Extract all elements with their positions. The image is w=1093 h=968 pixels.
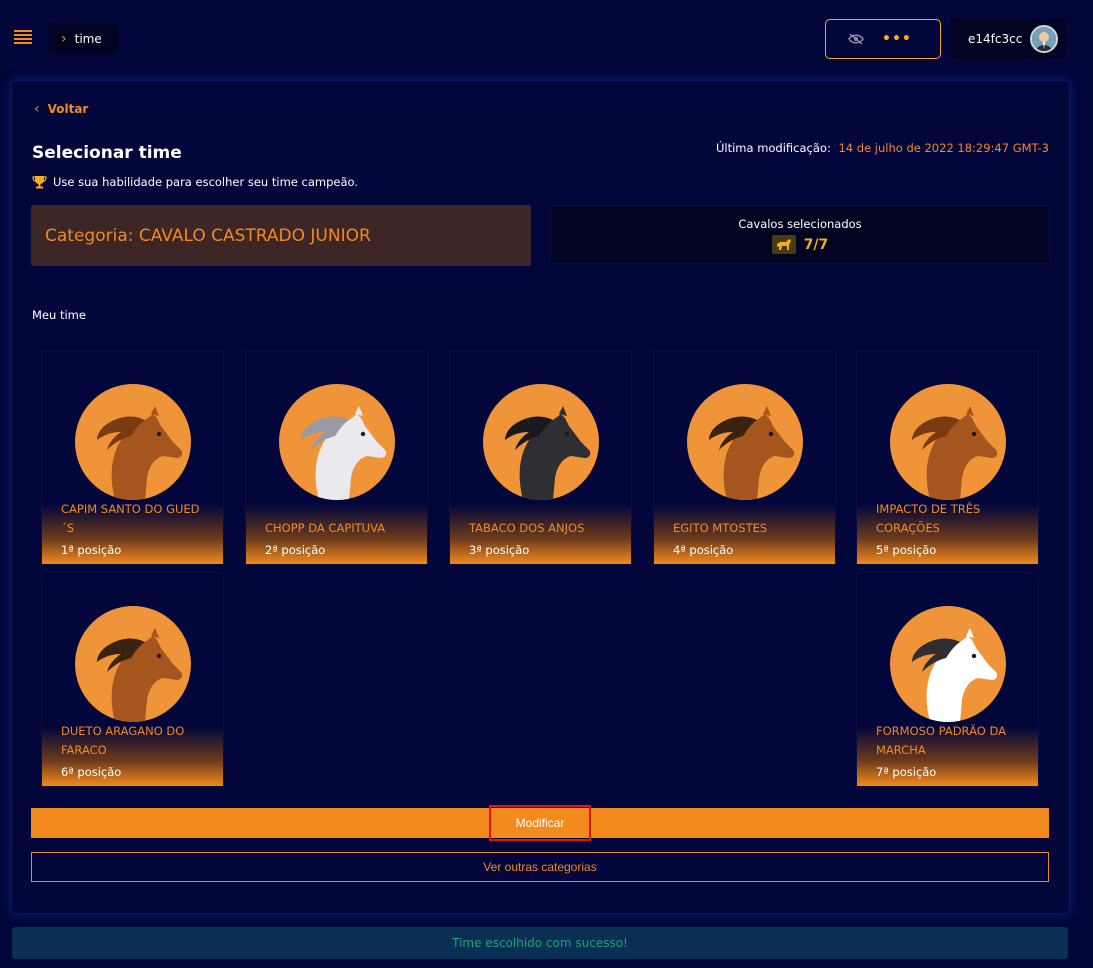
success-toast: Time escolhido com sucesso! <box>12 927 1068 959</box>
horse-name: DUETO ARAGANO DO FARACO <box>61 724 185 757</box>
team-section-label: Meu time <box>32 308 86 322</box>
horse-name: EGITO MTOSTES <box>673 521 768 535</box>
horse-card[interactable]: DUETO ARAGANO DO FARACO 6ª posição <box>41 572 224 787</box>
horse-position: 7ª posição <box>876 765 937 779</box>
breadcrumb-label: time <box>74 31 102 46</box>
back-label: Voltar <box>47 102 89 116</box>
hamburger-menu-icon[interactable] <box>14 30 32 46</box>
eye-off-icon <box>848 33 864 45</box>
username: e14fc3cc <box>968 32 1023 46</box>
avatar[interactable] <box>1030 25 1059 53</box>
horse-card[interactable]: FORMOSO PADRÃO DA MARCHA 7ª posição <box>856 572 1039 787</box>
masked-balance: ••• <box>882 31 912 47</box>
subtitle: Use sua habilidade para escolher seu tim… <box>32 175 358 189</box>
trophy-icon <box>32 176 47 189</box>
horse-position: 3ª posição <box>469 543 530 557</box>
horse-head-icon <box>890 384 1006 500</box>
horse-name: CAPIM SANTO DO GUED´S <box>61 502 200 535</box>
last-modified: Última modificação: 14 de julho de 2022 … <box>716 141 1049 155</box>
user-avatar-icon <box>1032 27 1057 51</box>
chevron-left-icon: ‹ <box>34 101 40 117</box>
team-card: ‹ Voltar Selecionar time Use sua habilid… <box>12 81 1069 913</box>
horse-card[interactable]: TABACO DOS ANJOS 3ª posição <box>449 350 632 565</box>
modify-button-label: Modificar <box>488 805 592 841</box>
top-bar: › time ••• e14fc3cc <box>0 0 1093 78</box>
horse-head-icon <box>279 384 395 500</box>
horse-head-icon <box>483 384 599 500</box>
breadcrumb[interactable]: › time <box>49 23 118 54</box>
horse-name: FORMOSO PADRÃO DA MARCHA <box>876 724 1006 757</box>
horse-position: 5ª posição <box>876 543 937 557</box>
horse-position: 1ª posição <box>61 543 122 557</box>
subtitle-text: Use sua habilidade para escolher seu tim… <box>53 175 358 189</box>
user-menu[interactable]: e14fc3cc <box>951 19 1066 59</box>
horse-card[interactable]: IMPACTO DE TRÊS CORAÇÕES 5ª posição <box>856 350 1039 565</box>
horse-head-icon <box>75 606 191 722</box>
back-link[interactable]: ‹ Voltar <box>34 101 88 117</box>
last-modified-value: 14 de julho de 2022 18:29:47 GMT-3 <box>838 141 1049 155</box>
selected-horses-label: Cavalos selecionados <box>738 217 862 231</box>
horse-head-icon <box>890 606 1006 722</box>
modify-button[interactable]: Modificar <box>31 805 1049 841</box>
horse-head-icon <box>75 384 191 500</box>
visibility-toggle[interactable]: ••• <box>825 19 941 59</box>
last-modified-label: Última modificação: <box>715 141 831 155</box>
category-banner: Categoria: CAVALO CASTRADO JUNIOR <box>31 205 531 266</box>
horse-name: IMPACTO DE TRÊS CORAÇÕES <box>876 502 981 535</box>
selected-horses-count: 7/7 <box>803 236 829 253</box>
horse-card[interactable]: EGITO MTOSTES 4ª posição <box>653 350 836 565</box>
horse-card[interactable]: CAPIM SANTO DO GUED´S 1ª posição <box>41 350 224 565</box>
horse-head-icon <box>687 384 803 500</box>
chevron-right-icon: › <box>61 30 67 47</box>
horse-icon <box>771 235 796 254</box>
other-categories-button[interactable]: Ver outras categorias <box>31 852 1049 882</box>
horse-position: 4ª posição <box>673 543 734 557</box>
horse-card[interactable]: CHOPP DA CAPITUVA 2ª posição <box>245 350 428 565</box>
horse-name: TABACO DOS ANJOS <box>469 521 585 535</box>
horse-position: 6ª posição <box>61 765 122 779</box>
horse-position: 2ª posição <box>265 543 326 557</box>
selected-horses-panel: Cavalos selecionados 7/7 <box>550 205 1050 264</box>
horse-name: CHOPP DA CAPITUVA <box>265 521 386 535</box>
page-title: Selecionar time <box>32 143 182 163</box>
